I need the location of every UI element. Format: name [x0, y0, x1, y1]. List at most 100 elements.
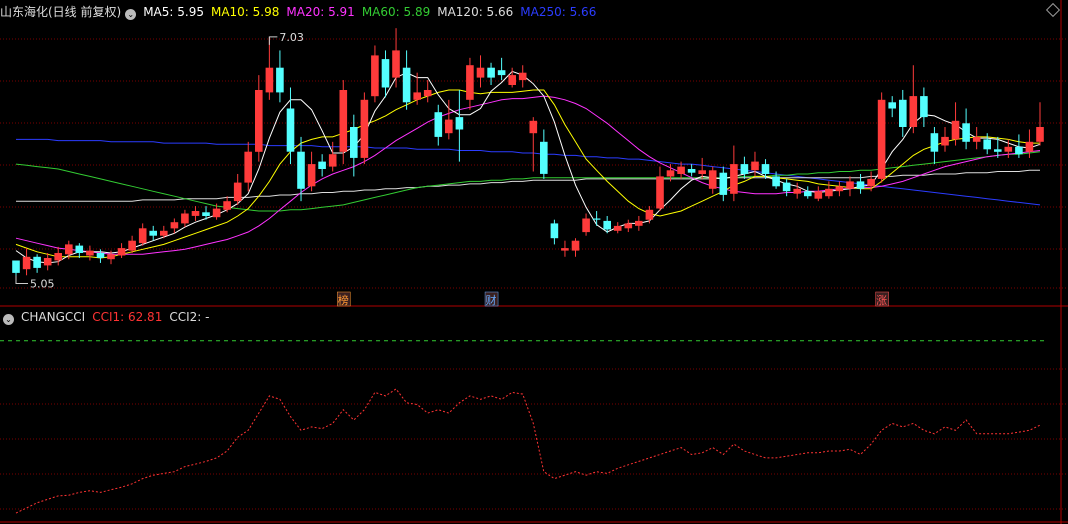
settings-circle-icon-2[interactable]: ⌄	[3, 314, 14, 325]
candle-body	[434, 112, 443, 137]
stock-title: 山东海化(日线 前复权)	[0, 5, 122, 19]
ma5-line	[15, 70, 1041, 264]
candle-body	[476, 67, 485, 78]
candle-body	[1036, 127, 1044, 142]
candle-body	[930, 133, 939, 152]
high-price-label: 7.03	[279, 31, 304, 44]
candle-body	[1004, 146, 1013, 152]
candle-body	[12, 260, 20, 273]
cci1-line	[15, 388, 1041, 514]
candle-body	[550, 223, 559, 239]
candle-body	[65, 244, 73, 255]
candle-body	[75, 245, 84, 253]
candle-body	[740, 164, 749, 174]
candle-body	[518, 72, 527, 81]
candle-body	[402, 67, 411, 103]
candle-body	[191, 211, 200, 216]
candle-body	[22, 256, 31, 270]
candle-body	[603, 220, 611, 230]
candle-body	[835, 186, 844, 192]
candle-body	[276, 67, 284, 93]
candle-body	[899, 99, 907, 127]
ma20-legend: MA20: 5.91	[286, 5, 355, 19]
ma5-legend: MA5: 5.95	[143, 5, 204, 19]
candle-body	[43, 258, 52, 266]
candle-body	[751, 161, 759, 171]
candle-body	[719, 172, 728, 195]
cci1-label: CCI1: 62.81	[92, 310, 163, 324]
candle-body	[730, 164, 738, 194]
candle-body	[867, 178, 875, 187]
stock-chart[interactable]: 7.03 5.05 榜 财 涨	[0, 0, 1068, 524]
candle-body	[149, 230, 157, 236]
candle-body	[117, 248, 126, 256]
candle-body	[571, 240, 580, 251]
candle-body	[941, 136, 949, 146]
candle-body	[804, 191, 812, 197]
candle-body	[582, 218, 590, 233]
candle-body	[666, 170, 675, 177]
candle-body	[994, 149, 1002, 152]
candle-body	[592, 218, 601, 220]
candle-body	[265, 67, 274, 93]
event-marker-0: 榜	[338, 293, 349, 307]
candle-body	[360, 99, 369, 158]
candle-body	[138, 228, 147, 244]
candle-body	[782, 182, 791, 192]
candle-body	[350, 127, 358, 158]
candle-body	[96, 253, 105, 258]
candle-body	[825, 188, 833, 197]
candle-body	[223, 201, 231, 210]
ma20-line	[15, 95, 1041, 255]
candle-body	[687, 169, 696, 173]
candle-body	[33, 256, 41, 268]
candle-body	[920, 96, 928, 118]
cci2-label: CCI2: -	[169, 310, 210, 324]
candle-body	[772, 176, 780, 187]
candle-body	[128, 240, 136, 251]
high-marker-line	[268, 36, 278, 45]
candle-body	[540, 141, 548, 174]
candle-body	[656, 176, 664, 209]
event-marker-1: 财	[486, 293, 497, 307]
candle-body	[951, 120, 960, 140]
candle-body	[698, 170, 706, 174]
candle-body	[613, 225, 622, 231]
candle-body	[846, 181, 854, 189]
ma60-legend: MA60: 5.89	[361, 5, 431, 19]
candle-body	[86, 250, 94, 256]
candle-body	[255, 90, 263, 152]
candle-body	[318, 161, 326, 169]
candle-body	[972, 136, 981, 142]
settings-circle-icon[interactable]: ⌄	[125, 9, 137, 20]
candle-body	[392, 50, 400, 78]
candle-body	[645, 209, 654, 220]
ma120-line	[16, 169, 1040, 202]
candle-body	[561, 248, 569, 251]
candle-body	[983, 139, 991, 150]
candle-body	[497, 70, 506, 76]
candle-body	[297, 151, 305, 189]
candle-body	[307, 164, 316, 187]
candle-body	[54, 253, 62, 261]
candle-body	[107, 254, 115, 260]
ma120-legend: MA120: 5.66	[437, 5, 514, 19]
indicator-name: CHANGCCI	[21, 310, 86, 324]
candle-body	[244, 151, 252, 183]
low-price-label: 5.05	[30, 277, 55, 290]
candle-body	[635, 220, 643, 226]
event-marker-2: 涨	[876, 294, 887, 307]
low-marker-line	[15, 275, 28, 284]
candle-body	[212, 208, 221, 218]
ma10-legend: MA10: 5.98	[210, 5, 280, 19]
candle-body	[328, 154, 337, 167]
candle-body	[508, 75, 516, 85]
candle-body	[286, 108, 295, 152]
candle-body	[877, 99, 886, 179]
candle-body	[856, 181, 865, 189]
ma10-line	[15, 89, 1040, 259]
indicator-panel-header: ⌄ CHANGCCI CCI1: 62.81 CCI2: -	[0, 307, 216, 327]
candle-body	[423, 90, 432, 97]
candle-body	[445, 119, 453, 134]
candle-body	[202, 212, 210, 216]
